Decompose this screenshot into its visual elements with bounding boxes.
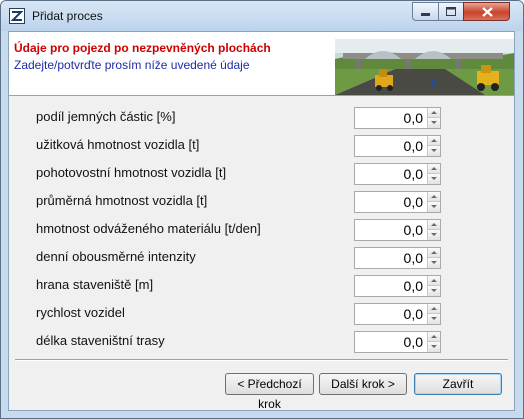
spin-up-button[interactable] xyxy=(427,136,440,146)
value-spinbox[interactable]: 0,0 xyxy=(354,275,441,297)
value-spinbox[interactable]: 0,0 xyxy=(354,191,441,213)
arrow-down-icon xyxy=(431,205,437,208)
spin-up-button[interactable] xyxy=(427,304,440,314)
spin-value[interactable]: 0,0 xyxy=(404,222,423,238)
spin-value[interactable]: 0,0 xyxy=(404,110,423,126)
spin-up-button[interactable] xyxy=(427,276,440,286)
previous-step-button[interactable]: < Předchozí krok xyxy=(225,373,314,411)
spin-value[interactable]: 0,0 xyxy=(404,306,423,322)
spin-up-button[interactable] xyxy=(427,248,440,258)
spin-value[interactable]: 0,0 xyxy=(404,334,423,350)
spin-up-button[interactable] xyxy=(427,220,440,230)
arrow-down-icon xyxy=(431,289,437,292)
value-spinbox[interactable]: 0,0 xyxy=(354,135,441,157)
header-subtitle: Zadejte/potvrďte prosím níže uvedené úda… xyxy=(14,58,250,72)
field-row: podíl jemných částic [%] 0,0 xyxy=(9,107,514,129)
maximize-icon xyxy=(446,7,456,16)
arrow-up-icon xyxy=(431,111,437,114)
close-window-button[interactable] xyxy=(463,2,510,21)
field-label: rychlost vozidel xyxy=(36,305,125,320)
field-label: hmotnost odváženého materiálu [t/den] xyxy=(36,221,261,236)
field-row: pohotovostní hmotnost vozidla [t] 0,0 xyxy=(9,163,514,185)
value-spinbox[interactable]: 0,0 xyxy=(354,331,441,353)
arrow-up-icon xyxy=(431,335,437,338)
field-label: pohotovostní hmotnost vozidla [t] xyxy=(36,165,227,180)
spin-value[interactable]: 0,0 xyxy=(404,250,423,266)
header-title: Údaje pro pojezd po nezpevněných plochác… xyxy=(14,41,271,55)
spin-down-button[interactable] xyxy=(427,118,440,128)
spin-down-button[interactable] xyxy=(427,230,440,240)
title-bar[interactable]: Přidat proces xyxy=(1,1,523,31)
value-spinbox[interactable]: 0,0 xyxy=(354,247,441,269)
arrow-down-icon xyxy=(431,317,437,320)
spin-down-button[interactable] xyxy=(427,286,440,296)
arrow-up-icon xyxy=(431,251,437,254)
spin-down-button[interactable] xyxy=(427,258,440,268)
footer-separator xyxy=(15,359,508,361)
arrow-up-icon xyxy=(431,167,437,170)
arrow-down-icon xyxy=(431,177,437,180)
arrow-up-icon xyxy=(431,139,437,142)
field-label: denní obousměrné intenzity xyxy=(36,249,196,264)
spin-down-button[interactable] xyxy=(427,174,440,184)
field-label: užitková hmotnost vozidla [t] xyxy=(36,137,200,152)
field-label: podíl jemných částic [%] xyxy=(36,109,176,124)
minimize-icon xyxy=(421,13,430,16)
field-row: užitková hmotnost vozidla [t] 0,0 xyxy=(9,135,514,157)
spin-value[interactable]: 0,0 xyxy=(404,138,423,154)
arrow-up-icon xyxy=(431,307,437,310)
value-spinbox[interactable]: 0,0 xyxy=(354,163,441,185)
field-row: hmotnost odváženého materiálu [t/den] 0,… xyxy=(9,219,514,241)
field-label: hrana staveniště [m] xyxy=(36,277,154,292)
field-row: denní obousměrné intenzity 0,0 xyxy=(9,247,514,269)
field-row: délka staveništní trasy 0,0 xyxy=(9,331,514,353)
arrow-down-icon xyxy=(431,261,437,264)
spin-up-button[interactable] xyxy=(427,192,440,202)
arrow-down-icon xyxy=(431,149,437,152)
arrow-up-icon xyxy=(431,223,437,226)
minimize-button[interactable] xyxy=(412,2,439,21)
app-icon xyxy=(9,8,25,24)
spin-value[interactable]: 0,0 xyxy=(404,166,423,182)
dialog-window: Přidat proces Údaje pro pojezd po nezpev… xyxy=(0,0,524,419)
close-icon xyxy=(482,7,493,17)
field-label: délka staveništní trasy xyxy=(36,333,165,348)
dialog-client-area: Údaje pro pojezd po nezpevněných plochác… xyxy=(8,31,515,411)
value-spinbox[interactable]: 0,0 xyxy=(354,107,441,129)
value-spinbox[interactable]: 0,0 xyxy=(354,303,441,325)
close-button[interactable]: Zavřít xyxy=(414,373,502,395)
field-row: rychlost vozidel 0,0 xyxy=(9,303,514,325)
spin-down-button[interactable] xyxy=(427,342,440,352)
arrow-down-icon xyxy=(431,345,437,348)
spin-value[interactable]: 0,0 xyxy=(404,194,423,210)
spin-down-button[interactable] xyxy=(427,314,440,324)
next-step-button[interactable]: Další krok > xyxy=(319,373,407,395)
spin-up-button[interactable] xyxy=(427,108,440,118)
window-title: Přidat proces xyxy=(32,9,103,23)
value-spinbox[interactable]: 0,0 xyxy=(354,219,441,241)
spin-up-button[interactable] xyxy=(427,332,440,342)
arrow-up-icon xyxy=(431,279,437,282)
spin-down-button[interactable] xyxy=(427,146,440,156)
field-row: průměrná hmotnost vozidla [t] 0,0 xyxy=(9,191,514,213)
arrow-up-icon xyxy=(431,195,437,198)
spin-value[interactable]: 0,0 xyxy=(404,278,423,294)
arrow-down-icon xyxy=(431,121,437,124)
spin-up-button[interactable] xyxy=(427,164,440,174)
spin-down-button[interactable] xyxy=(427,202,440,212)
arrow-down-icon xyxy=(431,233,437,236)
field-label: průměrná hmotnost vozidla [t] xyxy=(36,193,208,208)
maximize-button[interactable] xyxy=(438,2,464,21)
field-row: hrana staveniště [m] 0,0 xyxy=(9,275,514,297)
construction-site-banner xyxy=(335,39,514,95)
wizard-header: Údaje pro pojezd po nezpevněných plochác… xyxy=(9,32,514,96)
